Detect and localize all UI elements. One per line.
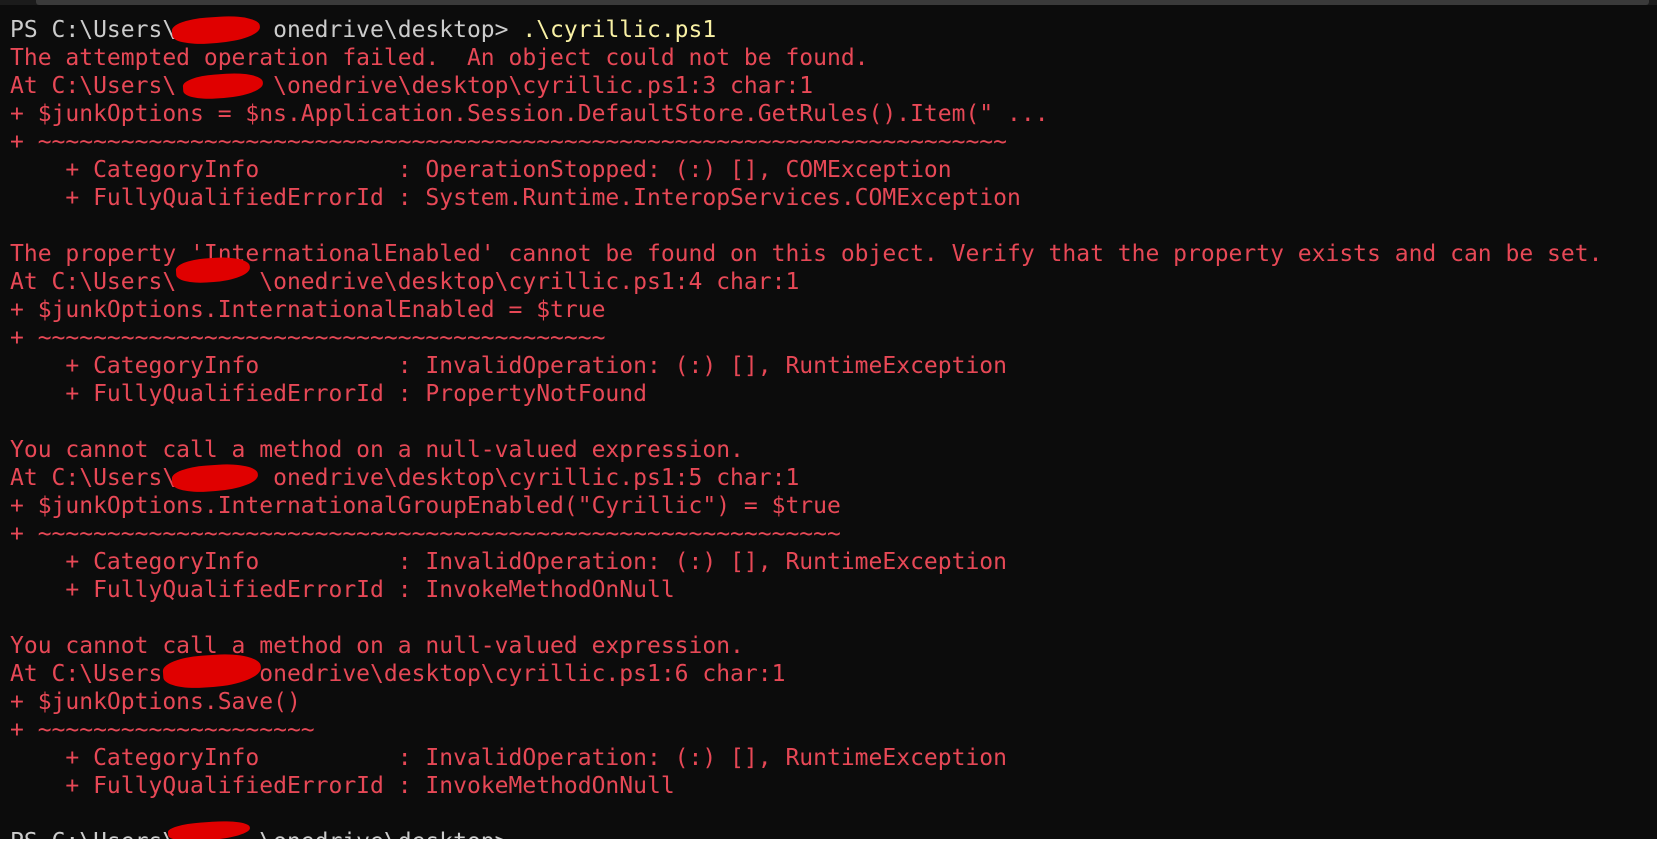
- error-line: + CategoryInfo : OperationStopped: (:) […: [10, 156, 1602, 184]
- error-line: The attempted operation failed. An objec…: [10, 44, 1602, 72]
- error-text: + ~~~~~~~~~~~~~~~~~~~~~~~~~~~~~~~~~~~~~~…: [10, 129, 1007, 155]
- error-line: + CategoryInfo : InvalidOperation: (:) […: [10, 548, 1602, 576]
- error-line: + $junkOptions = $ns.Application.Session…: [10, 100, 1602, 128]
- error-text: + ~~~~~~~~~~~~~~~~~~~~: [10, 717, 315, 743]
- error-line: You cannot call a method on a null-value…: [10, 632, 1602, 660]
- error-text: + CategoryInfo : InvalidOperation: (:) […: [10, 353, 1007, 379]
- scrollbar-track[interactable]: [0, 0, 1657, 5]
- error-line: You cannot call a method on a null-value…: [10, 436, 1602, 464]
- error-line: + $junkOptions.InternationalGroupEnabled…: [10, 492, 1602, 520]
- error-text: + FullyQualifiedErrorId : InvokeMethodOn…: [10, 577, 675, 603]
- error-text: At C:\Users onedrive\desktop\cyrillic.ps…: [10, 661, 786, 687]
- terminal-window[interactable]: PS C:\Users\ onedrive\desktop> .\cyrilli…: [0, 0, 1657, 839]
- error-line: + ~~~~~~~~~~~~~~~~~~~~: [10, 716, 1602, 744]
- error-text: At C:\Users\ \onedrive\desktop\cyrillic.…: [10, 73, 814, 99]
- error-line: + ~~~~~~~~~~~~~~~~~~~~~~~~~~~~~~~~~~~~~~…: [10, 324, 1602, 352]
- error-text: + FullyQualifiedErrorId : InvokeMethodOn…: [10, 773, 675, 799]
- error-text: At C:\Users\ onedrive\desktop\cyrillic.p…: [10, 465, 800, 491]
- error-text: + ~~~~~~~~~~~~~~~~~~~~~~~~~~~~~~~~~~~~~~…: [10, 521, 841, 547]
- prompt-text: PS C:\Users\ onedrive\desktop>: [10, 17, 523, 43]
- error-text: The attempted operation failed. An objec…: [10, 45, 869, 71]
- error-line: + ~~~~~~~~~~~~~~~~~~~~~~~~~~~~~~~~~~~~~~…: [10, 520, 1602, 548]
- error-text: + CategoryInfo : OperationStopped: (:) […: [10, 157, 952, 183]
- error-line: + $junkOptions.Save(): [10, 688, 1602, 716]
- error-text: + ~~~~~~~~~~~~~~~~~~~~~~~~~~~~~~~~~~~~~~…: [10, 325, 606, 351]
- error-line: + CategoryInfo : InvalidOperation: (:) […: [10, 352, 1602, 380]
- command-text: .\cyrillic.ps1: [522, 17, 717, 43]
- error-line: + FullyQualifiedErrorId : InvokeMethodOn…: [10, 576, 1602, 604]
- scrollbar-thumb[interactable]: [36, 0, 1649, 5]
- error-text: You cannot call a method on a null-value…: [10, 633, 744, 659]
- prompt-text: PS C:\Users\ \onedrive\desktop>: [10, 829, 509, 839]
- error-line: + FullyQualifiedErrorId : PropertyNotFou…: [10, 380, 1602, 408]
- error-text: + FullyQualifiedErrorId : System.Runtime…: [10, 185, 1021, 211]
- error-text: + $junkOptions = $ns.Application.Session…: [10, 101, 1049, 127]
- error-line: + ~~~~~~~~~~~~~~~~~~~~~~~~~~~~~~~~~~~~~~…: [10, 128, 1602, 156]
- error-text: + $junkOptions.InternationalGroupEnabled…: [10, 493, 841, 519]
- error-text: + $junkOptions.Save(): [10, 689, 301, 715]
- terminal-output: PS C:\Users\ onedrive\desktop> .\cyrilli…: [10, 16, 1602, 839]
- error-text: You cannot call a method on a null-value…: [10, 437, 744, 463]
- error-line: + FullyQualifiedErrorId : System.Runtime…: [10, 184, 1602, 212]
- error-text: + $junkOptions.InternationalEnabled = $t…: [10, 297, 606, 323]
- error-line: + FullyQualifiedErrorId : InvokeMethodOn…: [10, 772, 1602, 800]
- error-line: + $junkOptions.InternationalEnabled = $t…: [10, 296, 1602, 324]
- error-line: At C:\Users\ \onedrive\desktop\cyrillic.…: [10, 268, 1602, 296]
- error-text: + FullyQualifiedErrorId : PropertyNotFou…: [10, 381, 647, 407]
- error-text: + CategoryInfo : InvalidOperation: (:) […: [10, 745, 1007, 771]
- error-text: + CategoryInfo : InvalidOperation: (:) […: [10, 549, 1007, 575]
- error-line: + CategoryInfo : InvalidOperation: (:) […: [10, 744, 1602, 772]
- error-text: At C:\Users\ \onedrive\desktop\cyrillic.…: [10, 269, 800, 295]
